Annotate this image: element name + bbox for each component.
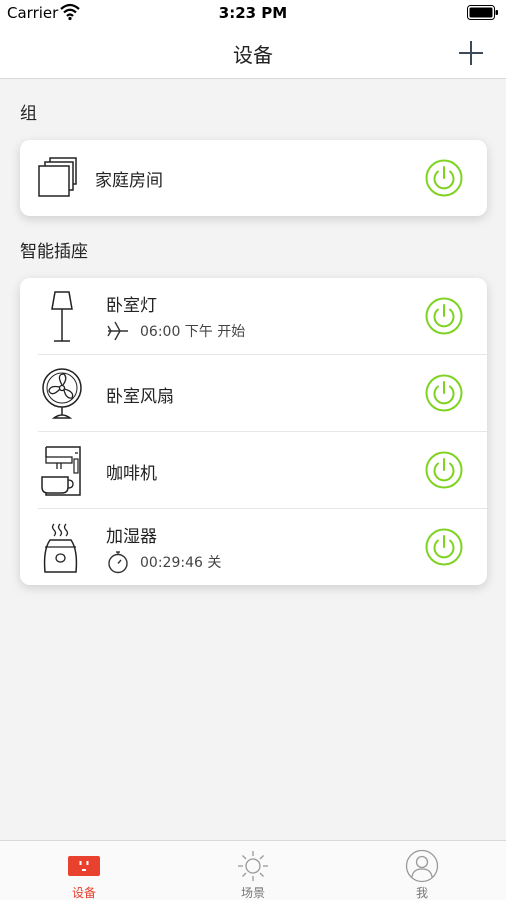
plus-icon[interactable] — [456, 38, 486, 68]
group-stack-icon — [38, 157, 77, 197]
list-item[interactable]: 加湿器 00:29:46 关 — [20, 509, 487, 586]
schedule-info: 06:00 下午 开始 — [106, 320, 245, 342]
tab-label: 场景 — [240, 886, 265, 900]
device-name: 卧室风扇 — [106, 387, 174, 407]
section-title-group: 组 — [20, 104, 37, 124]
clock-time: 3:23 PM — [218, 4, 288, 22]
floor-lamp-icon — [51, 291, 73, 342]
list-item[interactable]: 家庭房间 — [20, 140, 487, 217]
group-card: 家庭房间 — [20, 140, 487, 216]
section-title-sockets: 智能插座 — [20, 242, 88, 262]
tab-label: 设备 — [71, 886, 96, 900]
list-item[interactable]: 卧室风扇 — [20, 355, 487, 432]
sun-icon — [238, 851, 268, 881]
list-item[interactable]: 卧室灯 06:00 下午 开始 — [20, 278, 487, 355]
list-item[interactable]: 咖啡机 — [20, 432, 487, 509]
page-title: 设备 — [233, 43, 273, 67]
power-icon[interactable] — [425, 374, 463, 412]
stopwatch-icon — [108, 551, 128, 574]
power-icon[interactable] — [425, 528, 463, 566]
socket-icon — [68, 856, 100, 876]
battery-icon — [467, 5, 498, 20]
device-name: 卧室灯 — [106, 296, 157, 316]
status-bar: Carrier 3:23 PM — [0, 0, 506, 26]
device-name: 咖啡机 — [106, 464, 157, 484]
airplane-icon — [107, 321, 128, 341]
power-icon[interactable] — [425, 451, 463, 489]
tab-scenes[interactable]: 场景 — [169, 841, 337, 900]
tab-me[interactable]: 我 — [338, 841, 506, 900]
tab-devices[interactable]: 设备 — [0, 841, 168, 900]
tab-bar: 设备 场景 我 — [0, 840, 506, 900]
power-icon[interactable] — [425, 159, 463, 197]
timer-info: 00:29:46 关 — [106, 551, 222, 574]
schedule-text: 06:00 下午 开始 — [140, 324, 246, 340]
user-icon — [405, 849, 439, 883]
group-name: 家庭房间 — [95, 171, 163, 191]
fan-icon — [42, 368, 82, 419]
sockets-card: 卧室灯 06:00 下午 开始 卧室风扇 咖啡机 加湿器 00:29:46 关 — [20, 278, 487, 585]
humidifier-icon — [43, 523, 78, 573]
power-icon[interactable] — [425, 297, 463, 335]
nav-bar: 设备 — [0, 26, 506, 79]
device-name: 加湿器 — [106, 527, 157, 547]
tab-label: 我 — [415, 886, 428, 900]
coffee-machine-icon — [41, 446, 81, 496]
timer-text: 00:29:46 关 — [140, 555, 222, 571]
